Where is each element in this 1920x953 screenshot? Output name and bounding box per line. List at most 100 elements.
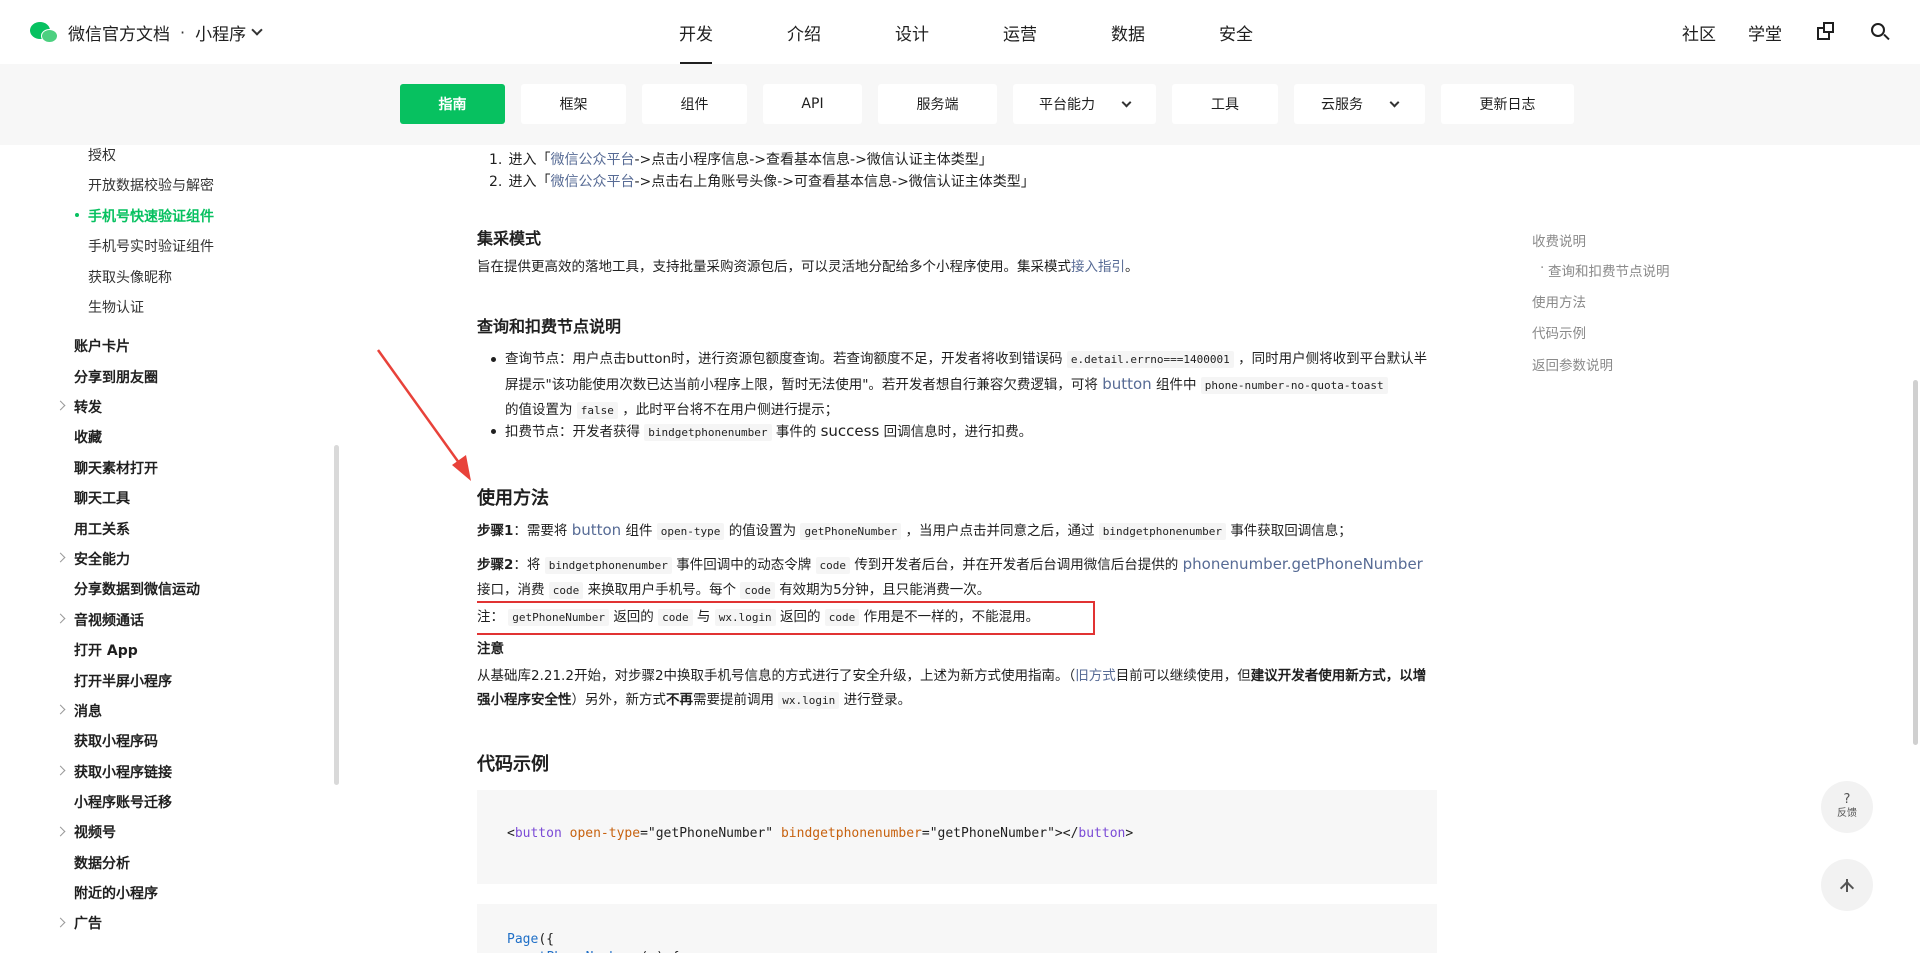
toc-item[interactable]: 代码示例: [1532, 322, 1586, 342]
subnav-cloud[interactable]: 云服务: [1294, 84, 1425, 124]
ordered-list-item: 2. 进入「微信公众平台->点击右上角账号头像->可查看基本信息->微信认证主体…: [489, 174, 1035, 190]
main-nav-item-operation[interactable]: 运营: [966, 0, 1074, 64]
sidebar-item-ads[interactable]: 广告: [74, 913, 102, 933]
wechat-platform-link[interactable]: 微信公众平台: [550, 174, 634, 190]
button-doc-link[interactable]: button: [572, 521, 621, 539]
sidebar-item-phone-realtime[interactable]: 手机号实时验证组件: [88, 236, 214, 256]
button-doc-link[interactable]: button: [1102, 375, 1151, 393]
sidebar-item-nearby[interactable]: 附近的小程序: [74, 883, 158, 903]
step1-paragraph: 步骤1：需要将 button 组件 open-type 的值设置为 getPho…: [477, 521, 1352, 540]
bullet-icon: [491, 429, 496, 434]
brand-separator: ·: [180, 22, 186, 42]
search-icon[interactable]: [1870, 22, 1890, 42]
wechat-logo-icon[interactable]: [30, 20, 60, 44]
attention-title: 注意: [477, 641, 504, 657]
sidebar-item-chat-tools[interactable]: 聊天工具: [74, 488, 130, 508]
annotation-arrow: [376, 349, 471, 481]
page-scrollbar[interactable]: [1913, 380, 1918, 745]
sidebar-item-open-data[interactable]: 开放数据校验与解密: [88, 175, 214, 195]
sidebar-item-open-app[interactable]: 打开 App: [74, 640, 138, 660]
product-switcher-label: 小程序: [195, 24, 247, 45]
chevron-right-icon[interactable]: [55, 765, 66, 776]
toc-item[interactable]: 查询和扣费节点说明: [1540, 260, 1669, 280]
external-window-icon[interactable]: [1816, 22, 1836, 42]
sidebar-item-favorite[interactable]: 收藏: [74, 427, 102, 447]
step2-paragraph: 步骤2：将 bindgetphonenumber 事件回调中的动态令牌 code…: [477, 555, 1423, 599]
note-paragraph: 注： getPhoneNumber 返回的 code 与 wx.login 返回…: [477, 609, 1040, 626]
old-method-link[interactable]: 旧方式: [1075, 668, 1116, 684]
sidebar-item-phone-quick[interactable]: 手机号快速验证组件: [75, 206, 214, 226]
subnav-api[interactable]: API: [763, 84, 862, 124]
main-content: 1. 进入「微信公众平台->点击小程序信息->查看基本信息->微信认证主体类型」…: [477, 145, 1437, 953]
attention-paragraph: 从基础库2.21.2开始，对步骤2中换取手机号信息的方式进行了安全升级，上述为新…: [477, 668, 1427, 709]
product-switcher[interactable]: 小程序: [195, 20, 263, 45]
community-link[interactable]: 社区: [1682, 20, 1716, 45]
main-nav-item-design[interactable]: 设计: [858, 0, 966, 64]
section-title-jicai: 集采模式: [477, 229, 542, 248]
back-to-top-button[interactable]: [1821, 859, 1873, 911]
sidebar-item-analytics[interactable]: 数据分析: [74, 853, 130, 873]
chevron-right-icon[interactable]: [55, 400, 66, 411]
sidebar-item-chat-material[interactable]: 聊天素材打开: [74, 458, 158, 478]
sidebar-item-qrcode[interactable]: 获取小程序码: [74, 731, 158, 751]
sidebar: 授权 开放数据校验与解密 手机号快速验证组件 手机号实时验证组件 获取头像昵称 …: [0, 145, 340, 953]
brand-title[interactable]: 微信官方文档: [68, 20, 170, 45]
chevron-right-icon[interactable]: [55, 917, 66, 928]
section-title-query: 查询和扣费节点说明: [477, 317, 622, 336]
subnav-cloud-label: 云服务: [1321, 97, 1363, 113]
access-guide-link[interactable]: 接入指引: [1071, 259, 1125, 275]
sidebar-item-moments[interactable]: 分享到朋友圈: [74, 367, 158, 387]
bullet-icon: [491, 357, 496, 362]
main-nav-item-intro[interactable]: 介绍: [750, 0, 858, 64]
sidebar-item-half-screen[interactable]: 打开半屏小程序: [74, 671, 172, 691]
section-title-code: 代码示例: [477, 754, 549, 775]
chevron-right-icon[interactable]: [55, 613, 66, 624]
sidebar-item-account-card[interactable]: 账户卡片: [74, 336, 130, 356]
sidebar-item-link[interactable]: 获取小程序链接: [74, 762, 172, 782]
toc-item[interactable]: 返回参数说明: [1532, 354, 1613, 374]
sidebar-item-av-call[interactable]: 音视频通话: [74, 610, 144, 630]
brand: 微信官方文档 · 小程序: [30, 18, 263, 46]
top-header: 微信官方文档 · 小程序 开发 介绍 设计 运营 数据 安全 社区 学堂: [0, 0, 1920, 64]
sidebar-item-channels[interactable]: 视频号: [74, 822, 116, 842]
sidebar-item-forward[interactable]: 转发: [74, 397, 102, 417]
subnav-framework[interactable]: 框架: [521, 84, 626, 124]
sidebar-scrollbar[interactable]: [334, 445, 339, 785]
subnav-guide[interactable]: 指南: [400, 84, 505, 124]
sidebar-item-authorize[interactable]: 授权: [88, 145, 116, 165]
wechat-platform-link[interactable]: 微信公众平台: [550, 152, 634, 168]
sidebar-item-werun[interactable]: 分享数据到微信运动: [74, 579, 200, 599]
code-block[interactable]: <button open-type="getPhoneNumber" bindg…: [477, 790, 1437, 884]
active-bullet-icon: [75, 213, 79, 217]
feedback-button[interactable]: ? 反馈: [1821, 781, 1873, 833]
header-right: 社区 学堂: [1650, 0, 1890, 64]
main-nav-item-data[interactable]: 数据: [1074, 0, 1182, 64]
academy-link[interactable]: 学堂: [1748, 20, 1782, 45]
subnav-changelog[interactable]: 更新日志: [1441, 84, 1574, 124]
sidebar-item-biometric[interactable]: 生物认证: [88, 297, 144, 317]
chevron-right-icon[interactable]: [55, 704, 66, 715]
code-block[interactable]: Page({ getPhoneNumber (e) {: [477, 904, 1437, 953]
chevron-right-icon[interactable]: [55, 552, 66, 563]
sidebar-item-label: 手机号快速验证组件: [88, 209, 214, 225]
subnav-platform-label: 平台能力: [1039, 97, 1095, 113]
chevron-right-icon[interactable]: [55, 826, 66, 837]
subnav-tools[interactable]: 工具: [1172, 84, 1278, 124]
toc-item[interactable]: 使用方法: [1532, 291, 1586, 311]
sidebar-item-message[interactable]: 消息: [74, 701, 102, 721]
feedback-label: 反馈: [1837, 808, 1857, 819]
subnav-components[interactable]: 组件: [642, 84, 747, 124]
get-phone-number-api-link[interactable]: phonenumber.getPhoneNumber: [1183, 555, 1423, 573]
question-icon: ?: [1843, 792, 1851, 807]
sidebar-item-migration[interactable]: 小程序账号迁移: [74, 792, 172, 812]
sidebar-item-avatar[interactable]: 获取头像昵称: [88, 267, 172, 287]
main-nav-item-dev[interactable]: 开发: [642, 0, 750, 64]
chevron-down-icon: [1121, 97, 1132, 107]
chevron-down-icon: [251, 24, 263, 36]
subnav-server[interactable]: 服务端: [878, 84, 997, 124]
main-nav-item-security[interactable]: 安全: [1182, 0, 1290, 64]
subnav-platform[interactable]: 平台能力: [1013, 84, 1156, 124]
toc-item[interactable]: 收费说明: [1532, 230, 1586, 250]
sidebar-item-employment[interactable]: 用工关系: [74, 519, 130, 539]
sidebar-item-security[interactable]: 安全能力: [74, 549, 130, 569]
